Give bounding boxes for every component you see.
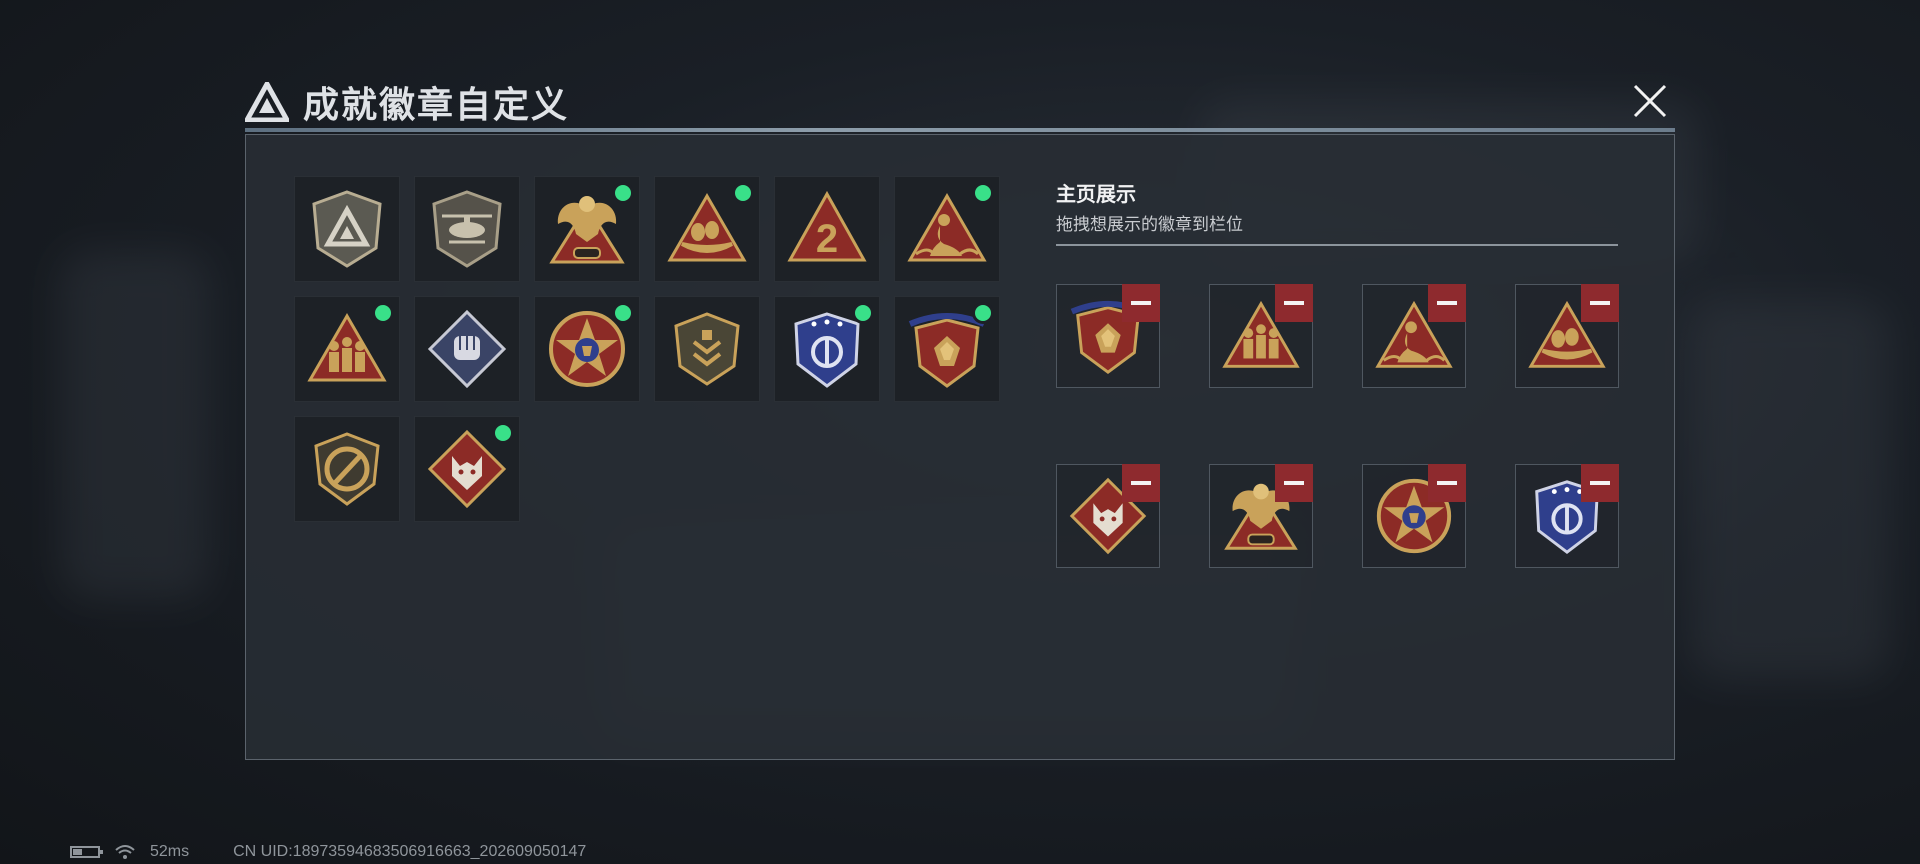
remove-badge-button[interactable]	[1581, 284, 1619, 322]
minus-icon	[1131, 481, 1151, 485]
minus-icon	[1437, 301, 1457, 305]
minus-icon	[1590, 481, 1610, 485]
showcase-slots	[1056, 284, 1619, 568]
badge-tile[interactable]	[654, 296, 760, 402]
showcase-slot[interactable]	[1362, 284, 1466, 388]
badge-tile[interactable]: 2	[774, 176, 880, 282]
new-indicator-dot	[975, 305, 991, 321]
close-icon[interactable]	[1630, 81, 1670, 121]
minus-icon	[1284, 481, 1304, 485]
remove-badge-button[interactable]	[1428, 284, 1466, 322]
showcase-subtitle: 拖拽想展示的徽章到栏位	[1056, 215, 1243, 234]
status-bar: 52ms CN UID:18973594683506916663_2026090…	[70, 843, 586, 861]
new-indicator-dot	[615, 185, 631, 201]
triangle-logo-shield-badge-icon	[312, 190, 382, 268]
showcase-slot[interactable]	[1056, 284, 1160, 388]
remove-badge-button[interactable]	[1428, 464, 1466, 502]
showcase-divider	[1056, 244, 1618, 246]
triangle-logo-icon	[245, 82, 289, 122]
badge-tile[interactable]	[414, 296, 520, 402]
battery-icon	[70, 846, 103, 858]
number-two-triangle-badge-icon: 2	[787, 190, 867, 262]
new-indicator-dot	[375, 305, 391, 321]
knife-shield-badge-icon	[314, 432, 380, 506]
header-divider	[245, 128, 1675, 132]
badge-grid: 2	[294, 176, 1000, 522]
remove-badge-button[interactable]	[1122, 464, 1160, 502]
remove-badge-button[interactable]	[1581, 464, 1619, 502]
showcase-slot[interactable]	[1362, 464, 1466, 568]
badge-tile[interactable]	[414, 176, 520, 282]
minus-icon	[1590, 301, 1610, 305]
page-title: 成就徽章自定义	[303, 84, 570, 125]
new-indicator-dot	[615, 305, 631, 321]
badge-tile[interactable]	[894, 176, 1000, 282]
badge-tile[interactable]	[774, 296, 880, 402]
showcase-slot[interactable]	[1209, 464, 1313, 568]
new-indicator-dot	[735, 185, 751, 201]
badge-tile[interactable]	[294, 416, 400, 522]
chevron-shield-badge-icon	[674, 312, 740, 386]
showcase-slot[interactable]	[1056, 464, 1160, 568]
wifi-icon	[115, 845, 135, 859]
badge-tile[interactable]	[894, 296, 1000, 402]
remove-badge-button[interactable]	[1275, 464, 1313, 502]
badge-tile[interactable]	[414, 416, 520, 522]
ping-value: 52ms	[150, 843, 190, 860]
badge-tile[interactable]	[654, 176, 760, 282]
badge-tile[interactable]	[294, 176, 400, 282]
uid-text: CN UID:18973594683506916663_202609050147	[233, 843, 587, 860]
minus-icon	[1437, 481, 1457, 485]
showcase-title: 主页展示	[1056, 184, 1136, 206]
helicopter-shield-badge-icon	[432, 190, 502, 268]
minus-icon	[1131, 301, 1151, 305]
showcase-slot[interactable]	[1515, 464, 1619, 568]
remove-badge-button[interactable]	[1122, 284, 1160, 322]
new-indicator-dot	[975, 185, 991, 201]
badge-tile[interactable]	[534, 176, 640, 282]
minus-icon	[1284, 301, 1304, 305]
badge-tile[interactable]	[294, 296, 400, 402]
fist-diamond-badge-icon	[427, 309, 507, 389]
dialog-header: 成就徽章自定义	[245, 74, 569, 130]
new-indicator-dot	[495, 425, 511, 441]
new-indicator-dot	[855, 305, 871, 321]
showcase-slot[interactable]	[1209, 284, 1313, 388]
svg-text:2: 2	[816, 217, 838, 261]
remove-badge-button[interactable]	[1275, 284, 1313, 322]
badge-tile[interactable]	[534, 296, 640, 402]
showcase-slot[interactable]	[1515, 284, 1619, 388]
